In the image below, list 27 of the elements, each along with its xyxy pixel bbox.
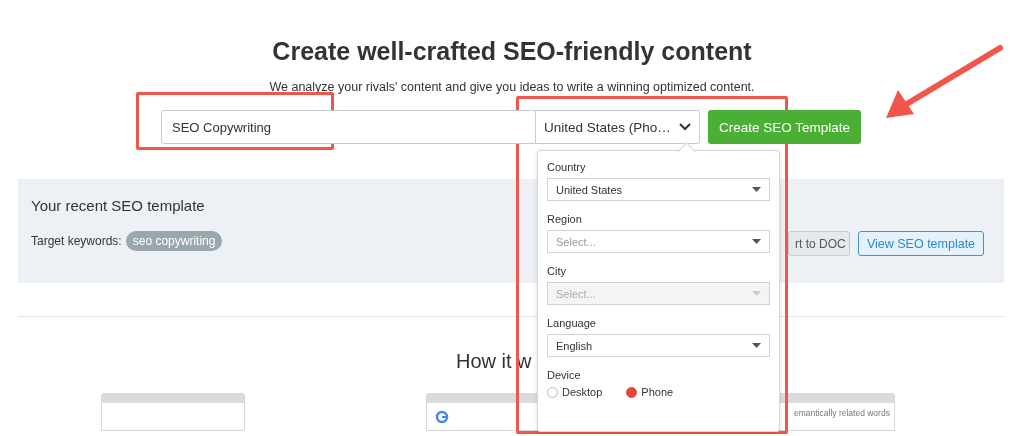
select-field[interactable]: English: [547, 334, 770, 357]
field-label: Country: [547, 161, 587, 173]
radio-button[interactable]: [626, 386, 638, 398]
select-field[interactable]: United States: [547, 178, 770, 201]
keyword-field[interactable]: SEO Copywriting: [161, 110, 536, 144]
radio-label: Desktop: [562, 386, 603, 398]
caret-down-icon: [752, 291, 761, 296]
select-field: Select...: [547, 282, 770, 305]
field-label: Language: [547, 317, 597, 329]
card-text: emantically related words: [794, 408, 890, 418]
radio-label: Phone: [641, 386, 674, 398]
keyword-tag: seo copywriting: [125, 231, 223, 251]
field-label: Device: [547, 369, 582, 381]
page-title: Create well-crafted SEO-friendly content: [272, 36, 752, 66]
chevron-down-icon: [679, 123, 691, 131]
caret-down-icon: [752, 239, 761, 244]
page-subtitle: We analyze your rivals' content and give you ideas to write a winning optimized content.: [269, 80, 755, 95]
export-button[interactable]: rt to DOC: [788, 231, 850, 256]
search-engine-icon: [435, 410, 449, 424]
field-label: City: [547, 265, 567, 277]
panel-title: Your recent SEO template: [31, 197, 205, 214]
location-dropdown[interactable]: United States (Pho…: [536, 110, 700, 144]
keywords-label: Target keywords:: [31, 234, 122, 248]
caret-down-icon: [752, 343, 761, 348]
radio-button[interactable]: [547, 386, 558, 398]
caret-down-icon: [752, 187, 761, 192]
field-label: Region: [547, 213, 583, 225]
